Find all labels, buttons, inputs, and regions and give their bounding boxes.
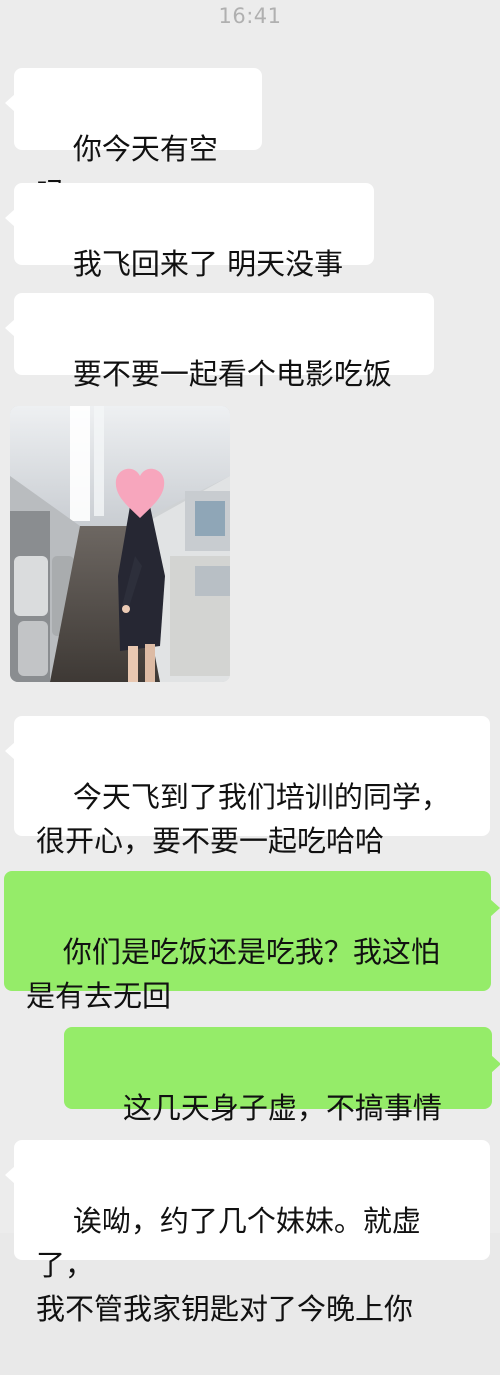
sent-message[interactable]: 这几天身子虚，不搞事情 — [64, 1027, 500, 1125]
sent-message[interactable]: 你们是吃饭还是吃我？我这怕 是有去无回 — [4, 871, 500, 1013]
message-text: 这几天身子虚，不搞事情 — [122, 1091, 442, 1125]
received-message[interactable]: 要不要一起看个电影吃饭 — [5, 293, 434, 391]
message-text: 你们是吃饭还是吃我？我这怕 是有去无回 — [26, 935, 440, 1013]
message-text: 今天飞到了我们培训的同学， 很开心，要不要一起吃哈哈 — [36, 780, 450, 858]
received-message[interactable]: 你今天有空吗 — [5, 68, 262, 210]
photo-image — [10, 406, 230, 682]
received-message[interactable]: 我飞回来了 明天没事 — [5, 183, 374, 281]
chat-window: 16:41 你今天有空吗 我飞回来了 明天没事 要不要一起看个电影吃饭 — [0, 0, 500, 1326]
message-text: 要不要一起看个电影吃饭 — [72, 357, 392, 391]
received-message[interactable]: 诶呦，约了几个妹妹。就虚了， 我不管我家钥匙对了今晚上你 — [5, 1140, 490, 1326]
message-timestamp: 16:41 — [218, 4, 282, 28]
message-text: 我飞回来了 明天没事 — [72, 247, 344, 281]
received-message[interactable]: 今天飞到了我们培训的同学， 很开心，要不要一起吃哈哈 — [5, 716, 490, 858]
message-text: 诶呦，约了几个妹妹。就虚了， 我不管我家钥匙对了今晚上你 — [36, 1204, 421, 1326]
cabin-aisle-photo[interactable] — [10, 406, 230, 682]
